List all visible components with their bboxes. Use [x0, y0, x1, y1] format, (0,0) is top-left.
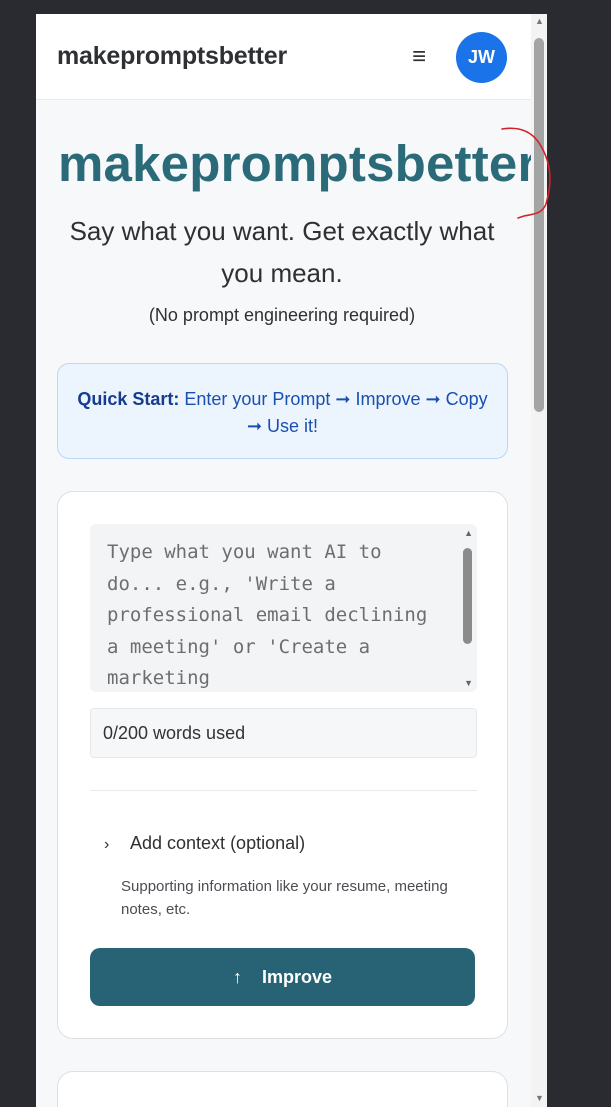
- word-count-field: 0/200 words used: [90, 708, 477, 758]
- hamburger-menu-icon[interactable]: ≡: [404, 42, 434, 72]
- chevron-right-icon: ›: [104, 836, 110, 853]
- improve-button-label: Improve: [261, 967, 333, 987]
- arrow-up-icon: ↑: [232, 967, 242, 987]
- textarea-scroll-up-icon[interactable]: ▲: [464, 528, 473, 538]
- next-card: [57, 1071, 508, 1107]
- hero-title: makepromptsbetter: [58, 135, 538, 192]
- prompt-card: Type what you want AI to do... e.g., 'Wr…: [57, 491, 508, 1039]
- top-header: makepromptsbetter ≡ JW: [36, 14, 531, 100]
- add-context-toggle[interactable]: › Add context (optional): [104, 833, 305, 854]
- add-context-label: Add context (optional): [130, 833, 306, 853]
- context-help-text: Supporting information like your resume,…: [121, 878, 448, 918]
- quick-start-text: Enter your Prompt ➞ Improve ➞ Copy ➞ Use…: [184, 389, 488, 436]
- prompt-textarea[interactable]: Type what you want AI to do... e.g., 'Wr…: [90, 524, 477, 692]
- page-scrollbar[interactable]: ▲ ▼: [531, 14, 547, 1107]
- scroll-up-icon[interactable]: ▲: [535, 16, 544, 26]
- scroll-down-icon[interactable]: ▼: [535, 1093, 544, 1103]
- hero-note: (No prompt engineering required): [148, 305, 416, 325]
- prompt-placeholder[interactable]: Type what you want AI to do... e.g., 'Wr…: [107, 537, 447, 692]
- textarea-scroll-down-icon[interactable]: ▼: [464, 678, 473, 688]
- quick-start-label: Quick Start:: [77, 389, 180, 409]
- app-viewport: makepromptsbetter ≡ JW makepromptsbetter…: [36, 14, 547, 1107]
- hero-subtitle: Say what you want. Get exactly what you …: [69, 216, 495, 288]
- textarea-scrollbar-thumb[interactable]: [463, 548, 472, 644]
- improve-button[interactable]: ↑ Improve: [90, 948, 475, 1006]
- brand-logo-text[interactable]: makepromptsbetter: [57, 42, 287, 71]
- user-avatar[interactable]: JW: [456, 32, 507, 83]
- divider: [90, 790, 477, 791]
- quick-start-banner: Quick Start: Enter your Prompt ➞ Improve…: [57, 363, 508, 459]
- page-scrollbar-thumb[interactable]: [534, 38, 544, 412]
